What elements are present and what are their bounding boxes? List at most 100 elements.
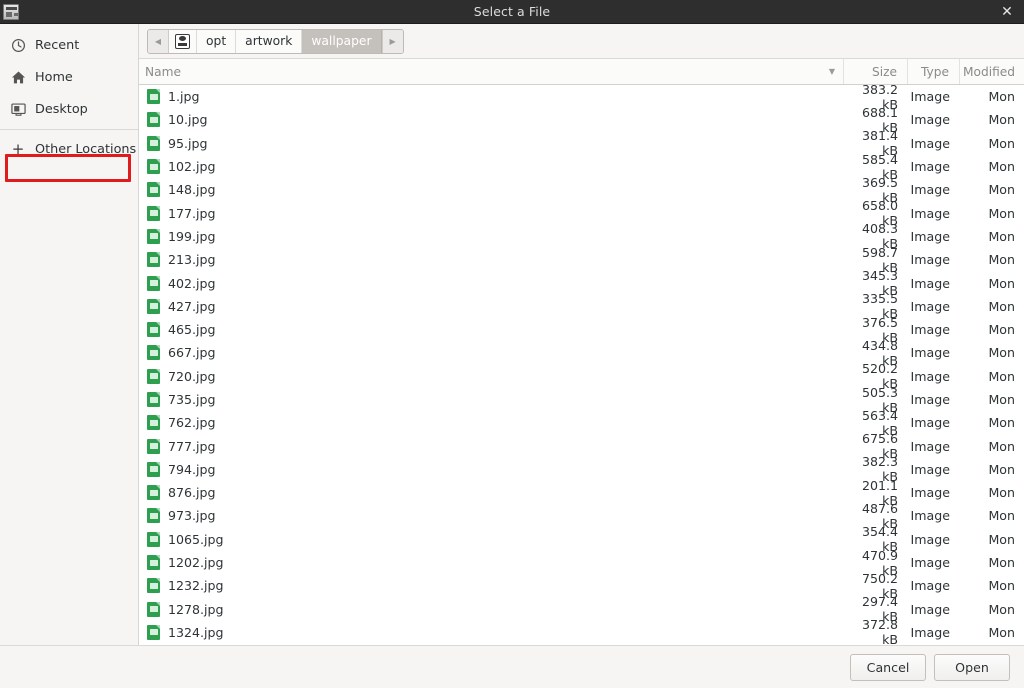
sidebar-item-label: Desktop (35, 101, 88, 117)
file-name-label: 1278.jpg (168, 601, 224, 617)
clock-icon (10, 37, 26, 53)
file-name-cell: 1278.jpg (139, 601, 844, 617)
file-name-label: 1065.jpg (168, 531, 224, 547)
file-name-label: 762.jpg (168, 415, 216, 431)
file-modified-label: Mon (988, 298, 1015, 314)
file-name-label: 95.jpg (168, 135, 208, 151)
file-type-label: Image (910, 345, 950, 361)
image-file-icon (147, 601, 160, 617)
file-name-cell: 177.jpg (139, 205, 844, 221)
file-name-cell: 10.jpg (139, 112, 844, 128)
pathbar-row: ◀ opt artwork wallpaper ▶ (139, 24, 1024, 58)
sidebar-item-label: Recent (35, 37, 80, 53)
image-file-icon (147, 159, 160, 175)
table-row[interactable]: 1324.jpg 372.8 kB Image Mon (139, 617, 1024, 645)
sidebar-item-recent[interactable]: Recent (0, 29, 138, 61)
file-type-label: Image (910, 112, 950, 128)
plus-icon: + (11, 139, 25, 158)
file-name-cell: 199.jpg (139, 228, 844, 244)
file-name-label: 177.jpg (168, 205, 216, 221)
file-modified-label: Mon (988, 485, 1015, 501)
image-file-icon (147, 555, 160, 571)
file-name-label: 402.jpg (168, 275, 216, 291)
file-type-label: Image (910, 508, 950, 524)
desktop-icon (10, 101, 26, 117)
sidebar-divider (0, 129, 138, 130)
sidebar-item-home[interactable]: Home (0, 61, 138, 93)
image-file-icon (147, 252, 160, 268)
file-type-label: Image (910, 392, 950, 407)
image-file-icon (147, 89, 160, 105)
file-name-cell: 777.jpg (139, 438, 844, 454)
breadcrumb-opt[interactable]: opt (197, 29, 237, 53)
breadcrumb-prev-icon[interactable]: ◀ (148, 29, 169, 53)
image-file-icon (147, 624, 160, 640)
file-type-label: Image (910, 252, 950, 268)
file-modified-label: Mon (988, 531, 1015, 547)
file-name-label: 427.jpg (168, 298, 216, 314)
file-modified-label: Mon (988, 438, 1015, 454)
image-file-icon (147, 322, 160, 338)
file-name-cell: 762.jpg (139, 415, 844, 431)
file-modified-label: Mon (988, 182, 1015, 198)
file-modified-label: Mon (988, 112, 1015, 128)
file-list[interactable]: 1.jpg 383.2 kB Image Mon 10.jpg 688.1 kB Image… (139, 85, 1024, 645)
file-type-label: Image (910, 159, 950, 175)
cancel-button[interactable]: Cancel (850, 653, 926, 681)
file-type-label: Image (910, 624, 950, 640)
image-file-icon (147, 112, 160, 128)
column-header-modified[interactable]: Modified (960, 59, 1024, 84)
file-name-cell: 973.jpg (139, 508, 844, 524)
window-icon (3, 3, 19, 20)
file-modified-label: Mon (988, 205, 1015, 221)
file-modified-label: Mon (988, 461, 1015, 477)
file-modified-label: Mon (988, 228, 1015, 244)
image-file-icon (147, 205, 160, 221)
file-modified-label: Mon (988, 368, 1015, 384)
file-type-label: Image (910, 368, 950, 384)
breadcrumb-wallpaper[interactable]: wallpaper (302, 29, 382, 53)
file-type-label: Image (910, 485, 950, 501)
file-type-label: Image (910, 205, 950, 221)
file-name-cell: 102.jpg (139, 159, 844, 175)
file-name-label: 1324.jpg (168, 624, 224, 640)
sidebar-item-desktop[interactable]: Desktop (0, 93, 138, 125)
image-file-icon (147, 461, 160, 477)
sidebar-item-other-locations[interactable]: + Other Locations (0, 133, 138, 165)
column-header-size[interactable]: Size (844, 59, 908, 84)
file-name-label: 973.jpg (168, 508, 216, 524)
breadcrumb-device[interactable] (169, 29, 197, 53)
open-button[interactable]: Open (934, 653, 1010, 681)
breadcrumb-next-icon[interactable]: ▶ (381, 29, 403, 53)
file-name-cell: 402.jpg (139, 275, 844, 291)
file-type-label: Image (910, 601, 950, 617)
image-file-icon (147, 368, 160, 384)
column-header-name[interactable]: Name ▼ (139, 59, 844, 84)
file-type-label: Image (910, 415, 950, 431)
file-name-label: 1.jpg (168, 89, 200, 105)
file-name-cell: 667.jpg (139, 345, 844, 361)
main-pane: ◀ opt artwork wallpaper ▶ Name ▼ Size Ty (139, 24, 1024, 645)
file-modified-label: Mon (988, 275, 1015, 291)
image-file-icon (147, 135, 160, 151)
column-header-type[interactable]: Type (908, 59, 960, 84)
file-modified-label: Mon (988, 601, 1015, 617)
file-type-label: Image (910, 89, 950, 105)
image-file-icon (147, 298, 160, 314)
file-name-label: 1232.jpg (168, 578, 224, 594)
image-file-icon (147, 578, 160, 594)
file-type-label: Image (910, 298, 950, 314)
file-modified-label: Mon (988, 578, 1015, 594)
window-title: Select a File (473, 4, 551, 19)
home-icon (10, 69, 26, 85)
image-file-icon (147, 392, 160, 407)
close-icon[interactable]: ✕ (999, 5, 1015, 19)
file-name-cell: 1065.jpg (139, 531, 844, 547)
file-name-label: 720.jpg (168, 368, 216, 384)
sidebar-item-label: Other Locations (35, 141, 137, 157)
image-file-icon (147, 485, 160, 501)
file-name-label: 735.jpg (168, 392, 216, 407)
sidebar-item-label: Home (35, 69, 73, 85)
breadcrumb-artwork[interactable]: artwork (236, 29, 303, 53)
file-modified-label: Mon (988, 252, 1015, 268)
